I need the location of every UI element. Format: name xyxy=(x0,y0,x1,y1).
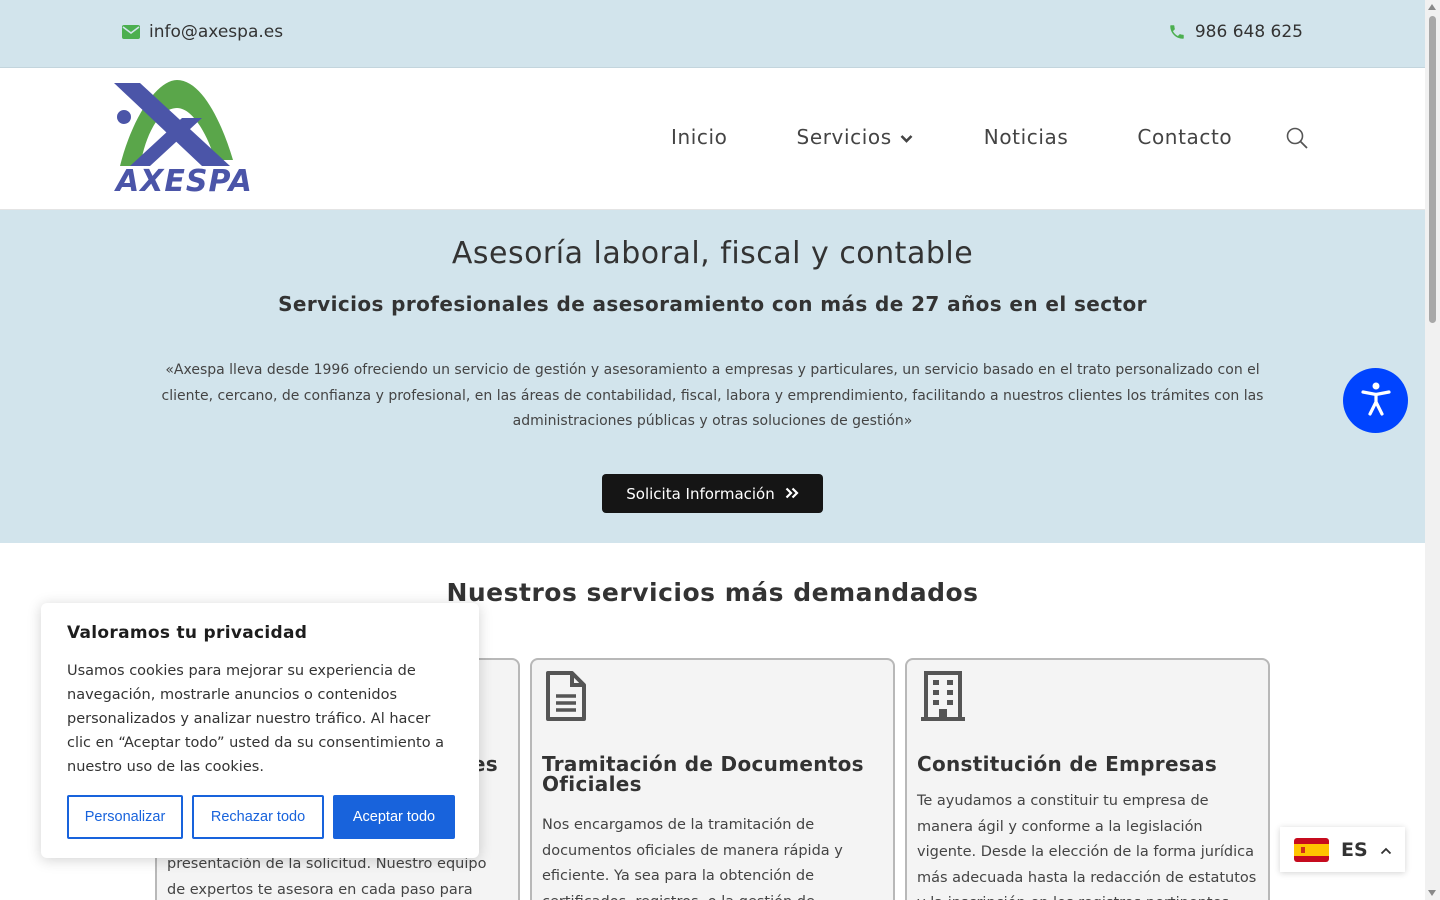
solicita-informacion-button[interactable]: Solicita Información xyxy=(602,474,823,513)
hero-subtitle: Servicios profesionales de asesoramiento… xyxy=(278,292,1147,316)
phone-icon xyxy=(1168,23,1186,41)
aceptar-todo-button[interactable]: Aceptar todo xyxy=(333,795,455,839)
language-code: ES xyxy=(1341,838,1368,861)
nav-item-noticias[interactable]: Noticias xyxy=(984,125,1069,149)
building-icon xyxy=(920,670,970,722)
cookie-title: Valoramos tu privacidad xyxy=(67,623,308,643)
cookie-consent-dialog: Valoramos tu privacidad Usamos cookies p… xyxy=(41,603,479,858)
phone-text: 986 648 625 xyxy=(1194,22,1303,42)
rechazar-todo-button[interactable]: Rechazar todo xyxy=(192,795,324,839)
nav-item-servicios[interactable]: Servicios xyxy=(797,125,913,149)
main-nav: Inicio Servicios Noticias Contacto xyxy=(671,125,1232,149)
top-contact-bar: info@axespa.es 986 648 625 xyxy=(0,0,1425,68)
double-chevron-right-icon xyxy=(785,485,799,503)
scroll-thumb[interactable] xyxy=(1429,16,1436,323)
email-link[interactable]: info@axespa.es xyxy=(122,22,283,42)
cta-label: Solicita Información xyxy=(626,484,775,503)
service-card-text: Te ayudamos a constituir tu empresa de m… xyxy=(917,793,1257,900)
service-card-title: Constitución de Empresas xyxy=(917,752,1218,776)
envelope-icon xyxy=(122,25,140,39)
hero-section: Asesoría laboral, fiscal y contable Serv… xyxy=(0,210,1425,543)
hero-description: «Axespa lleva desde 1996 ofreciendo un s… xyxy=(161,362,1264,429)
hero-title: Asesoría laboral, fiscal y contable xyxy=(451,236,974,271)
cookie-buttons: Personalizar Rechazar todo Aceptar todo xyxy=(67,795,455,839)
nav-item-servicios-label: Servicios xyxy=(796,125,892,149)
scroll-down-arrow-icon[interactable] xyxy=(1428,890,1436,896)
search-button[interactable] xyxy=(1285,126,1309,150)
site-header: AXESPA Inicio Servicios Noticias Contact… xyxy=(0,69,1425,210)
search-icon xyxy=(1285,127,1309,153)
language-switcher[interactable]: ES xyxy=(1280,827,1405,872)
service-card-text: Nos encargamos de la tramitación de docu… xyxy=(542,817,843,900)
phone-link[interactable]: 986 648 625 xyxy=(1168,22,1303,42)
service-card-text: presentación de la solicitud. Nuestro eq… xyxy=(167,856,487,898)
service-card-documentos[interactable]: Tramitación de Documentos Oficiales Nos … xyxy=(530,658,895,900)
spain-flag-icon xyxy=(1294,837,1329,862)
scroll-up-arrow-icon[interactable] xyxy=(1428,4,1436,10)
document-icon xyxy=(545,670,595,722)
logo-text: AXESPA xyxy=(116,164,253,199)
page-scrollbar[interactable] xyxy=(1425,0,1440,900)
service-card-title: Tramitación de Documentos Oficiales xyxy=(542,752,864,796)
axespa-logo[interactable]: AXESPA xyxy=(112,78,252,202)
chevron-up-icon xyxy=(1380,840,1392,859)
logo-graphic xyxy=(114,80,233,166)
nav-item-contacto[interactable]: Contacto xyxy=(1137,125,1232,149)
personalizar-button[interactable]: Personalizar xyxy=(67,795,183,839)
accessibility-icon xyxy=(1360,382,1391,419)
accessibility-button[interactable] xyxy=(1343,368,1408,433)
nav-item-inicio[interactable]: Inicio xyxy=(671,125,728,149)
chevron-down-icon xyxy=(900,125,913,149)
service-card-constitucion[interactable]: Constitución de Empresas Te ayudamos a c… xyxy=(905,658,1270,900)
email-text: info@axespa.es xyxy=(149,22,284,42)
cookie-text: Usamos cookies para mejorar su experienc… xyxy=(67,663,445,775)
